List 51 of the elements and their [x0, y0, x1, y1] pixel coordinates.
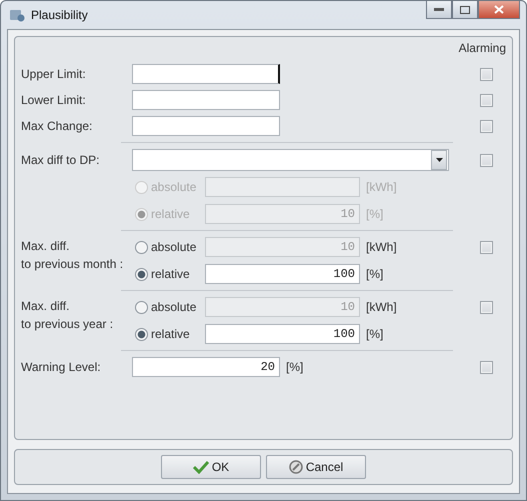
field-label: Warning Level: [21, 359, 102, 376]
value-field[interactable] [132, 90, 280, 110]
field-label: Max. diff. to previous year : [21, 298, 114, 333]
cancel-icon [288, 460, 303, 474]
ok-button[interactable]: OK [161, 455, 261, 479]
unit-label: [%] [366, 327, 384, 341]
radio-label: relative [151, 267, 190, 281]
radio-label: absolute [151, 180, 196, 194]
radio-label: relative [151, 327, 190, 341]
radio-label: absolute [151, 240, 196, 254]
alarming-checkbox[interactable] [480, 301, 493, 314]
unit-label: [%] [366, 207, 384, 221]
radio-button[interactable] [135, 268, 148, 280]
alarming-checkbox[interactable] [480, 241, 493, 254]
maximize-button[interactable] [452, 1, 478, 19]
close-icon [494, 5, 504, 14]
window-title: Plausibility [31, 8, 88, 22]
radio-button[interactable] [135, 300, 148, 314]
value-field[interactable] [132, 116, 280, 136]
field-label: Max. diff. to previous month : [21, 238, 124, 273]
value-field[interactable]: 100 [205, 264, 360, 284]
radio-label: relative [151, 207, 190, 221]
unit-label: [kWh] [366, 180, 397, 194]
field-label: Upper Limit: [21, 66, 87, 83]
radio-button[interactable] [135, 240, 148, 254]
unit-label: [%] [366, 267, 384, 281]
checkmark-icon [192, 460, 209, 474]
alarming-checkbox[interactable] [480, 360, 493, 374]
minimize-icon [434, 8, 444, 11]
dropdown[interactable] [132, 149, 449, 171]
value-field[interactable]: 100 [205, 324, 360, 344]
unit-label: [kWh] [366, 240, 397, 254]
field-label: Lower Limit: [21, 92, 87, 109]
cancel-button[interactable]: Cancel [266, 455, 366, 479]
alarming-checkbox[interactable] [480, 68, 493, 80]
value-field[interactable] [132, 64, 280, 84]
radio-label: absolute [151, 300, 196, 314]
alarming-checkbox[interactable] [480, 120, 493, 132]
unit-label: [kWh] [366, 300, 397, 314]
field-label: Max Change: [21, 118, 94, 135]
column-header: Alarming [458, 41, 506, 55]
caret-icon [431, 150, 447, 170]
maximize-icon [460, 6, 470, 14]
close-button[interactable] [478, 1, 520, 19]
app-icon [9, 7, 25, 23]
minimize-button[interactable] [426, 1, 452, 19]
radio-button[interactable] [135, 328, 148, 340]
field-label: Max diff to DP: [21, 152, 100, 169]
alarming-checkbox[interactable] [480, 94, 493, 106]
unit-label: [%] [286, 360, 304, 374]
value-field[interactable]: 20 [132, 357, 280, 377]
